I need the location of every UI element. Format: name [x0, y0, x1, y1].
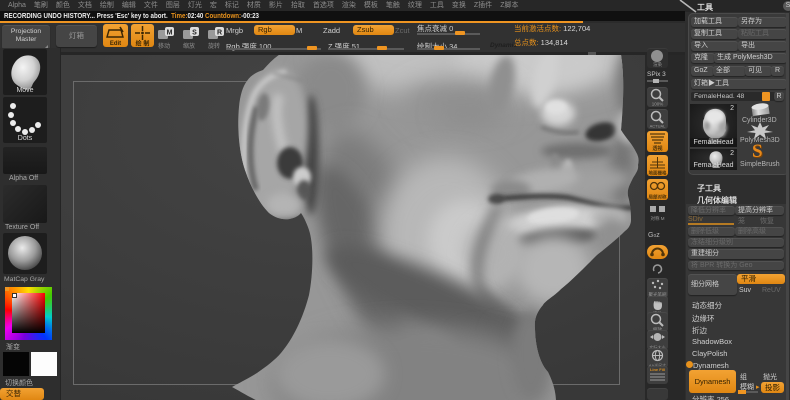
svg-text:Line Fill: Line Fill: [650, 367, 665, 372]
svg-text:渲染: 渲染: [653, 61, 662, 68]
svg-text:绘 制: 绘 制: [136, 40, 150, 48]
svg-text:ACTUAL: ACTUAL: [650, 124, 667, 129]
svg-text:对称 M: 对称 M: [651, 215, 665, 222]
svg-text:地面栅格: 地面栅格: [649, 170, 667, 177]
svg-text:S: S: [192, 30, 197, 37]
svg-text:R: R: [217, 30, 222, 37]
svg-text:Edit: Edit: [110, 41, 121, 47]
svg-text:透视: 透视: [652, 145, 662, 152]
svg-text:局部对称: 局部对称: [649, 194, 667, 201]
svg-text:100%: 100%: [652, 102, 664, 107]
svg-text:M: M: [167, 30, 173, 37]
